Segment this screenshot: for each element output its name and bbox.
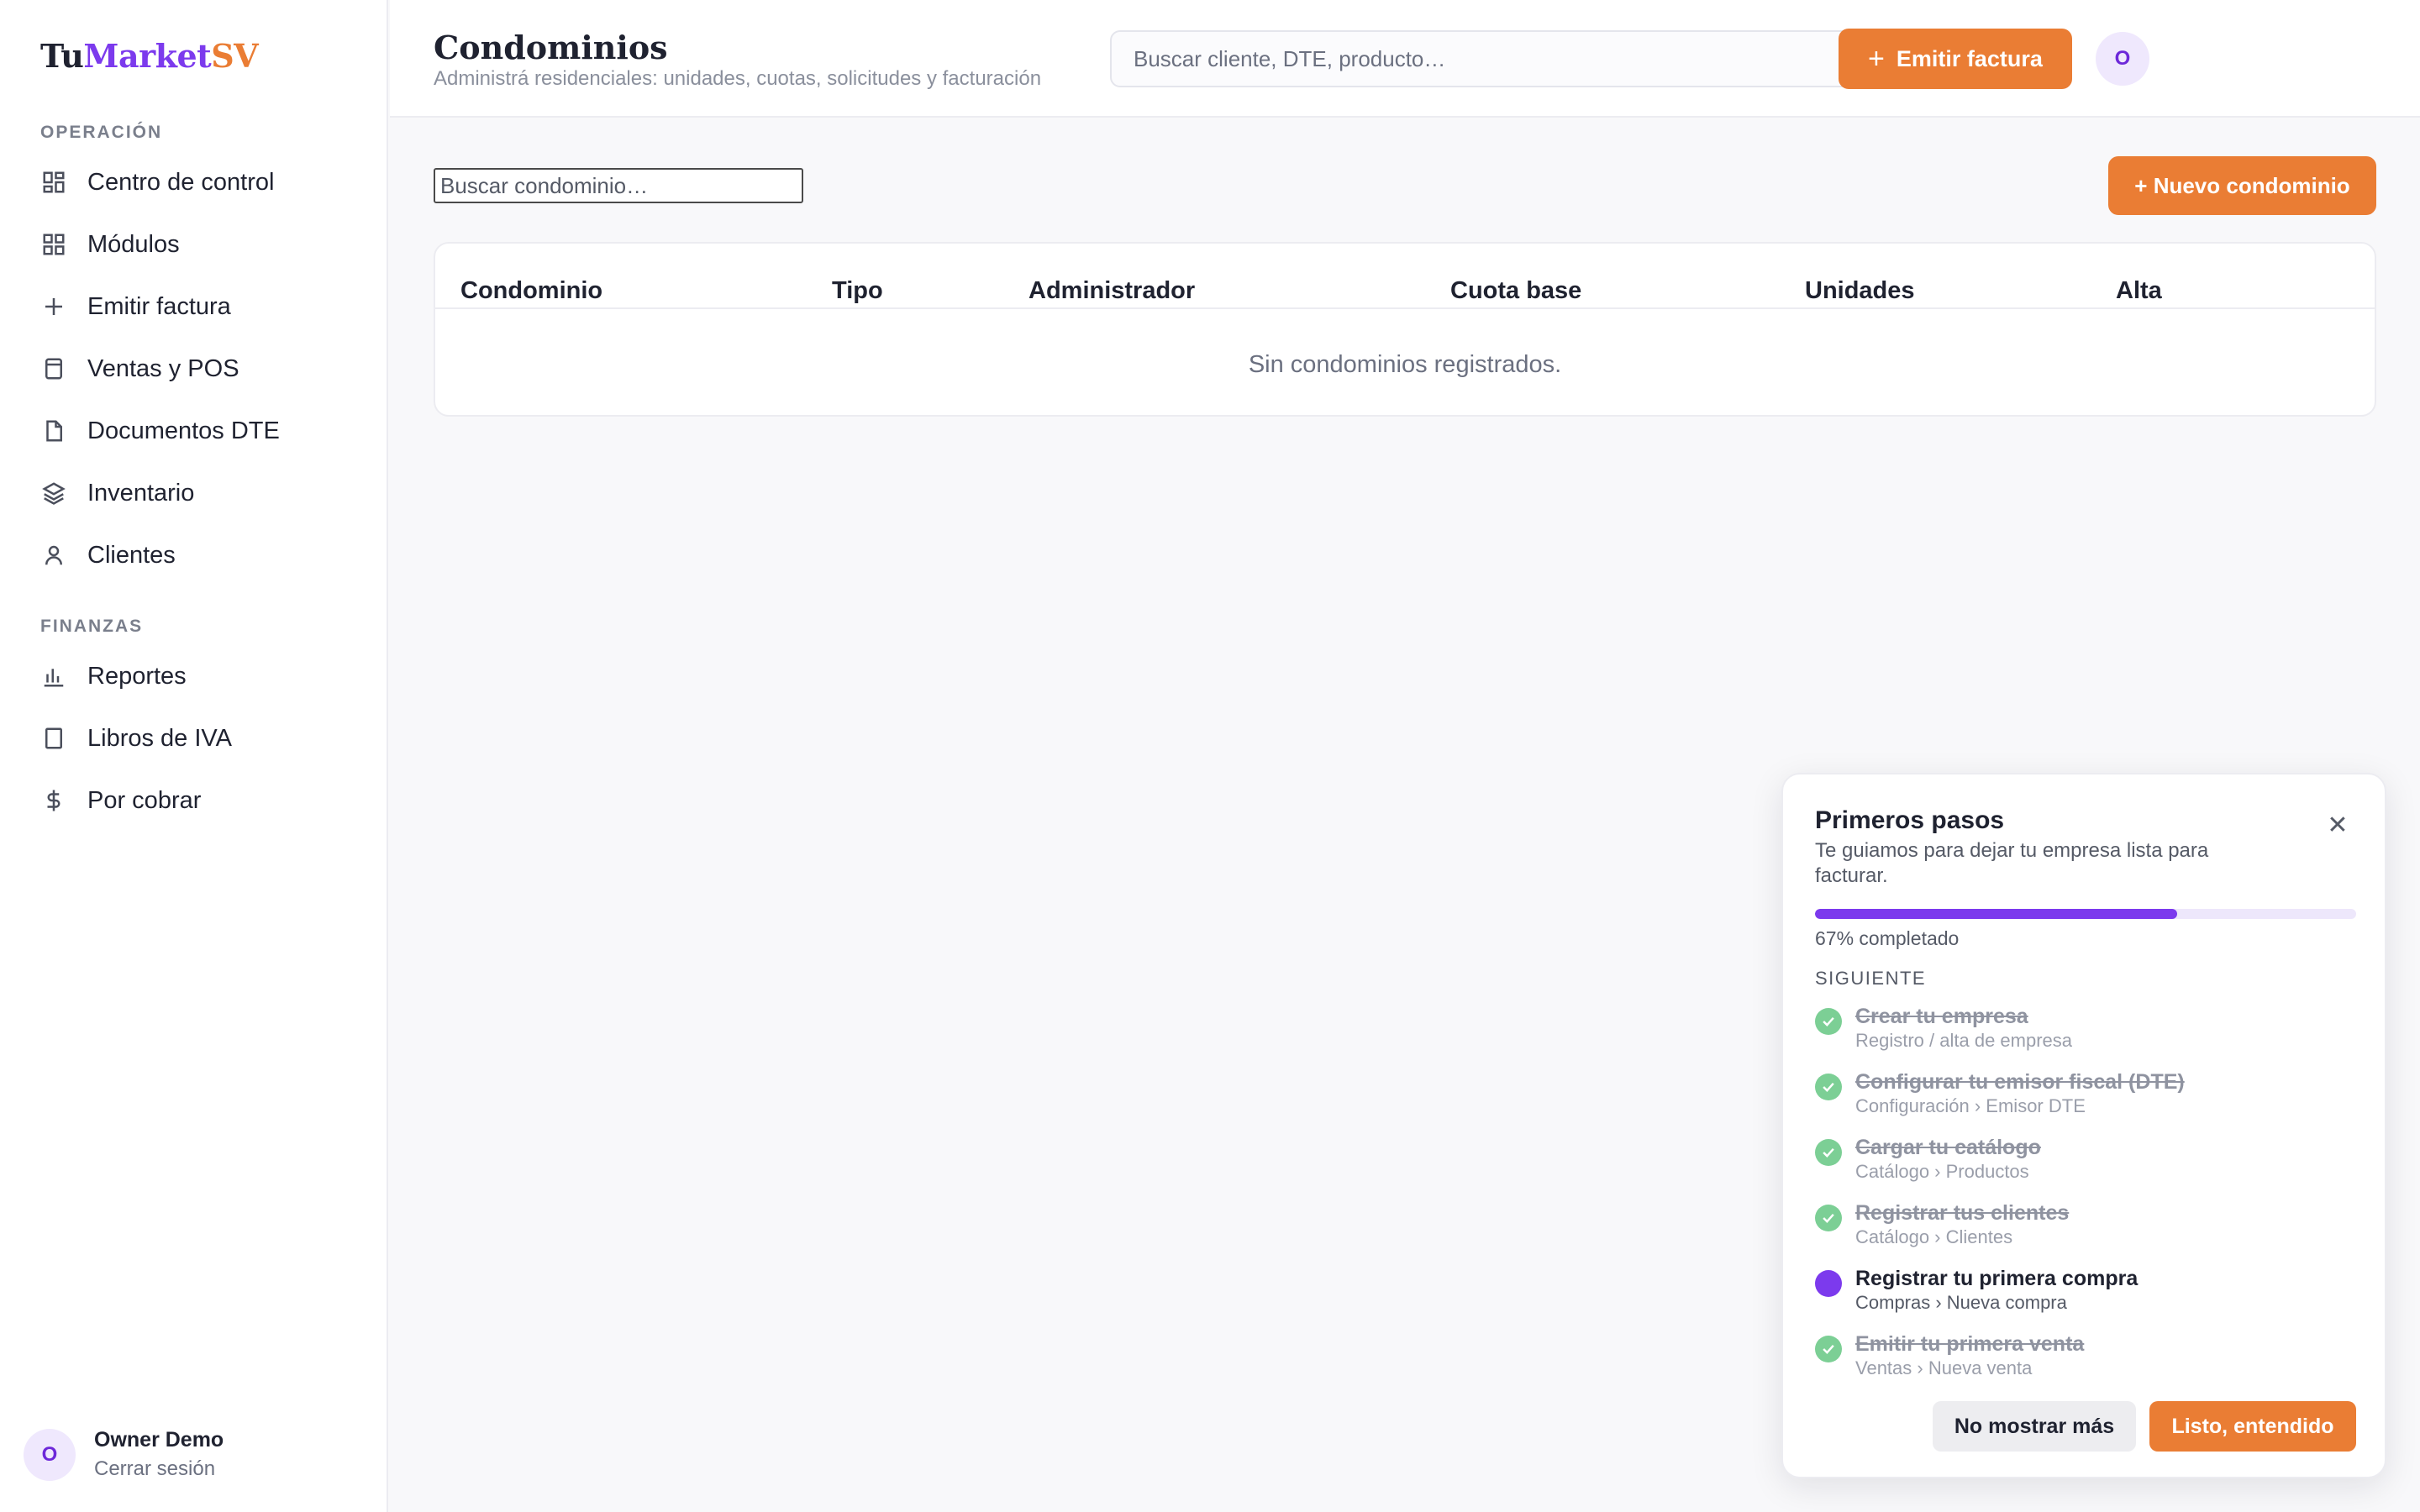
plus-icon [40,293,67,320]
book-icon [40,725,67,752]
step-title: Cargar tu catálogo [1855,1136,2041,1159]
step-subtitle: Catálogo › Productos [1855,1161,2029,1182]
progress-bar-fill [1815,909,2178,919]
step-title: Crear tu empresa [1855,1005,2028,1028]
sidebar-item-documentos-dte[interactable]: Documentos DTE [40,407,360,455]
step-subtitle: Registro / alta de empresa [1855,1030,2073,1051]
sidebar-item-por-cobrar[interactable]: Por cobrar [40,776,360,825]
step-title: Registrar tu primera compra [1855,1267,2139,1290]
sidebar-item-label: Inventario [87,479,195,507]
nav-section-operacion: OPERACIÓN [40,123,163,142]
column-header-alta[interactable]: Alta [2116,277,2162,305]
step-title: Emitir tu primera venta [1855,1332,2085,1356]
nav-section-finanzas: FINANZAS [40,617,144,636]
avatar[interactable]: O [24,1428,76,1481]
header-avatar[interactable]: O [2096,32,2149,86]
step-title: Configurar tu emisor fiscal (DTE) [1855,1070,2185,1094]
page-title: Condominios [434,29,668,66]
sidebar-item-emitir-factura[interactable]: Emitir factura [40,282,360,331]
check-icon [1815,1139,1842,1166]
check-icon [1815,1008,1842,1035]
onboarding-panel: Primeros pasos ✕ Te guiamos para dejar t… [1781,773,2386,1478]
close-icon[interactable]: ✕ [2321,808,2354,842]
column-header-unidades[interactable]: Unidades [1805,277,1915,305]
bar-chart-icon [40,663,67,690]
step-registrar-clientes[interactable]: Registrar tus clientes Catálogo › Client… [1815,1201,2353,1267]
sidebar-item-ventas-pos[interactable]: Ventas y POS [40,344,360,393]
step-configurar-emisor[interactable]: Configurar tu emisor fiscal (DTE) Config… [1815,1070,2353,1136]
sidebar-item-inventario[interactable]: Inventario [40,469,360,517]
condominios-table: Condominio Tipo Administrador Cuota base… [434,242,2376,417]
next-label: SIGUIENTE [1815,968,1927,989]
layers-icon [40,480,67,507]
onboarding-steps: Crear tu empresa Registro / alta de empr… [1815,1005,2353,1398]
plus-icon: + [1868,43,1885,75]
step-registrar-compra[interactable]: Registrar tu primera compra Compras › Nu… [1815,1267,2353,1332]
step-subtitle: Ventas › Nueva venta [1855,1357,2033,1378]
onboarding-description: Te guiamos para dejar tu empresa lista p… [1815,839,2209,887]
user-name: Owner Demo [94,1428,224,1452]
sidebar-item-centro-de-control[interactable]: Centro de control [40,158,360,207]
sidebar: TuMarketSV OPERACIÓN Centro de control M… [0,0,388,1512]
dollar-icon [40,787,67,814]
check-icon [1815,1205,1842,1231]
sidebar-item-clientes[interactable]: Clientes [40,531,360,580]
brand-logo[interactable]: TuMarketSV [40,37,259,75]
step-subtitle: Configuración › Emisor DTE [1855,1095,2086,1116]
dashboard-icon [40,169,67,196]
step-subtitle: Compras › Nueva compra [1855,1292,2067,1313]
progress-text: 67% completado [1815,927,1960,949]
top-header: Condominios Administrá residenciales: un… [390,0,2420,118]
sidebar-item-label: Centro de control [87,168,275,196]
grid-icon [40,231,67,258]
check-icon [1815,1336,1842,1362]
sidebar-item-libros-iva[interactable]: Libros de IVA [40,714,360,763]
sidebar-item-label: Clientes [87,541,176,569]
new-condominio-button[interactable]: + Nuevo condominio [2108,156,2376,215]
column-header-tipo[interactable]: Tipo [832,277,883,305]
check-icon [1815,1074,1842,1100]
column-header-condominio[interactable]: Condominio [460,277,602,305]
user-box: O Owner Demo Cerrar sesión [24,1428,224,1481]
sidebar-item-label: Ventas y POS [87,354,239,382]
sidebar-item-label: Documentos DTE [87,417,280,444]
sidebar-item-label: Libros de IVA [87,724,232,752]
emit-invoice-button[interactable]: + Emitir factura [1839,29,2072,89]
step-cargar-catalogo[interactable]: Cargar tu catálogo Catálogo › Productos [1815,1136,2353,1201]
step-subtitle: Catálogo › Clientes [1855,1226,2013,1247]
condominio-search-input[interactable] [434,168,803,203]
table-divider [435,307,2375,309]
column-header-administrador[interactable]: Administrador [1028,277,1195,305]
user-icon [40,542,67,569]
logout-link[interactable]: Cerrar sesión [94,1457,224,1481]
confirm-button[interactable]: Listo, entendido [2149,1401,2356,1452]
sidebar-item-label: Por cobrar [87,786,202,814]
progress-bar [1815,909,2356,919]
sidebar-item-label: Módulos [87,230,180,258]
sidebar-item-label: Emitir factura [87,292,231,320]
register-icon [40,355,67,382]
emit-invoice-label: Emitir factura [1896,45,2043,71]
empty-state-message: Sin condominios registrados. [1248,351,1562,378]
column-header-cuota-base[interactable]: Cuota base [1450,277,1581,305]
step-emitir-venta[interactable]: Emitir tu primera venta Ventas › Nueva v… [1815,1332,2353,1398]
sidebar-item-modulos[interactable]: Módulos [40,220,360,269]
page-subtitle: Administrá residenciales: unidades, cuot… [434,67,1042,90]
sidebar-item-label: Reportes [87,662,187,690]
current-step-icon [1815,1270,1842,1297]
document-icon [40,417,67,444]
sidebar-item-reportes[interactable]: Reportes [40,652,360,701]
onboarding-title: Primeros pasos [1815,806,2005,834]
dismiss-button[interactable]: No mostrar más [1933,1401,2136,1452]
step-crear-empresa[interactable]: Crear tu empresa Registro / alta de empr… [1815,1005,2353,1070]
step-title: Registrar tus clientes [1855,1201,2070,1225]
